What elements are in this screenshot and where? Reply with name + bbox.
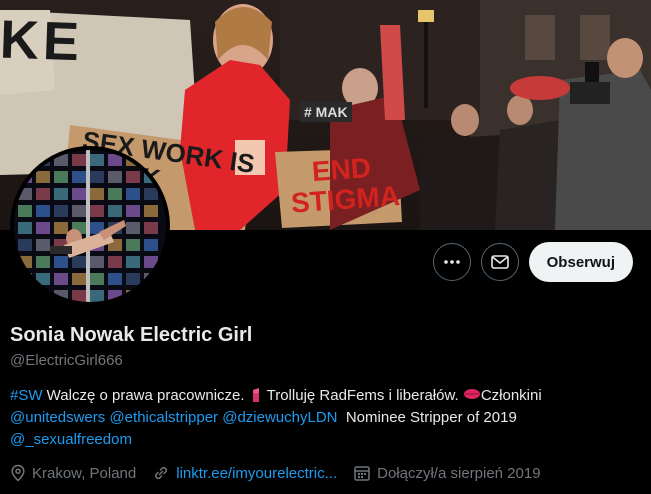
envelope-icon bbox=[490, 255, 509, 269]
display-name: Sonia Nowak Electric Girl bbox=[10, 324, 253, 346]
more-icon bbox=[443, 260, 460, 264]
bio-text: Członkini bbox=[480, 387, 542, 404]
link-icon bbox=[155, 466, 168, 480]
mention-link[interactable]: @dziewuchyLDN bbox=[222, 409, 337, 426]
mention-link[interactable]: @ethicalstripper bbox=[109, 409, 218, 426]
user-handle: @ElectricGirl666 bbox=[10, 352, 123, 369]
bio-text: Nominee Stripper of 2019 bbox=[337, 409, 521, 426]
hashtag-link[interactable]: #SW bbox=[10, 387, 43, 404]
joined-item: Dołączył/a sierpień 2019 bbox=[353, 464, 541, 482]
kiss-lips-icon bbox=[463, 389, 480, 399]
banner-sign-small: # MAK bbox=[300, 102, 352, 122]
avatar-image bbox=[14, 150, 166, 302]
bio-text: Trolluję RadFems i liberałów. bbox=[262, 387, 459, 404]
lipstick-icon bbox=[252, 388, 259, 402]
profile-avatar[interactable] bbox=[10, 146, 170, 306]
bio-text: Walczę o prawa pracownicze. bbox=[42, 387, 245, 404]
website-link[interactable]: linktr.ee/imyourelectric... bbox=[176, 465, 337, 482]
location-pin-icon bbox=[11, 464, 25, 482]
location-item: Krakow, Poland bbox=[10, 464, 136, 482]
joined-text: Dołączył/a sierpień 2019 bbox=[377, 464, 541, 482]
website-item[interactable]: linktr.ee/imyourelectric... bbox=[152, 464, 337, 482]
profile-bio: #SW Walczę o prawa pracownicze. Trolluję… bbox=[10, 385, 640, 451]
more-button[interactable] bbox=[432, 243, 471, 281]
profile-meta: Krakow, Poland linktr.ee/imyourelectric.… bbox=[10, 464, 557, 482]
mention-link[interactable]: @_sexualfreedom bbox=[10, 431, 132, 448]
mention-link[interactable]: @unitedswers bbox=[10, 409, 105, 426]
message-button[interactable] bbox=[480, 243, 519, 281]
banner-sign-top: KE bbox=[0, 9, 85, 73]
follow-button[interactable]: Obserwuj bbox=[528, 242, 633, 282]
calendar-icon bbox=[354, 466, 370, 481]
location-text: Krakow, Poland bbox=[32, 464, 137, 482]
profile-actions: Obserwuj bbox=[432, 242, 633, 282]
banner-sign-right: END STIGMA bbox=[290, 152, 401, 219]
